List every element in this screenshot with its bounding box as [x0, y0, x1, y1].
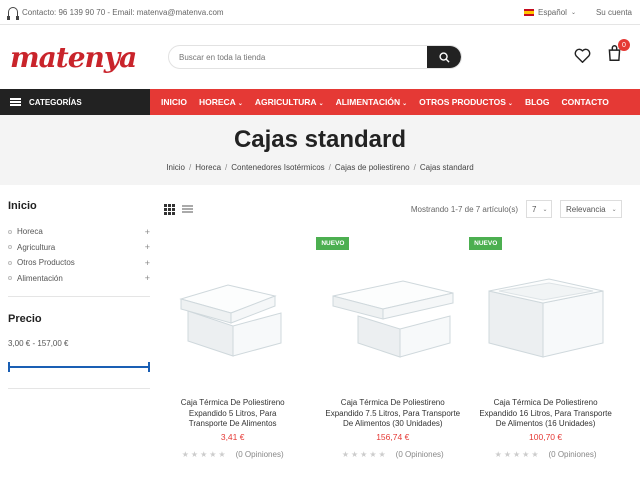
price-range-text: 3,00 € - 157,00 € — [8, 339, 69, 348]
chevron-down-icon: ⌄ — [542, 206, 548, 213]
slider-handle-min[interactable] — [8, 362, 10, 372]
sidebar-heading[interactable]: Inicio — [8, 200, 150, 212]
bullet-icon — [8, 229, 12, 234]
language-label: Español — [538, 7, 567, 17]
logo[interactable]: matenya — [10, 41, 168, 74]
bullet-icon — [8, 276, 12, 281]
new-badge: NUEVO — [316, 237, 350, 250]
headphones-icon — [7, 7, 19, 20]
breadcrumb-item[interactable]: Contenedores Isotérmicos — [231, 163, 324, 172]
page-title: Cajas standard — [233, 126, 407, 153]
flag-spain-icon — [524, 8, 535, 16]
product-rating: ★★★★★ (0 Opiniones) — [469, 450, 622, 459]
breadcrumb: Inicio / Horeca / Contenedores Isotérmicos… — [166, 163, 474, 172]
breadcrumb-item[interactable]: Horeca — [195, 163, 221, 172]
divider — [8, 296, 150, 297]
contact-text: Contacto: 96 139 90 70 - Email: matenva@… — [22, 7, 224, 17]
results-count: Mostrando 1-7 de 7 artículo(s) — [410, 204, 518, 214]
grid-view-icon[interactable] — [164, 203, 175, 215]
chevron-down-icon: ⌄ — [402, 101, 408, 107]
product-toolbar: Mostrando 1-7 de 7 artículo(s) 7 ⌄ Releva… — [164, 200, 622, 218]
sidebar-item-horeca[interactable]: Horeca + — [8, 224, 150, 240]
search-input[interactable] — [169, 52, 427, 62]
cart-button[interactable]: 0 — [607, 39, 630, 66]
product-name[interactable]: Caja Térmica De Poliestireno Expandido 7… — [316, 398, 469, 430]
chevron-down-icon: ⌄ — [611, 206, 617, 213]
sort-select[interactable]: Relevancia ⌄ — [560, 200, 622, 218]
search-icon — [438, 51, 450, 63]
contact-info: Contacto: 96 139 90 70 - Email: matenva@… — [7, 7, 524, 20]
search-bar — [168, 45, 462, 69]
product-rating: ★★★★★ (0 Opiniones) — [164, 450, 301, 459]
product-name[interactable]: Caja Térmica De Poliestireno Expandido 1… — [469, 398, 622, 430]
sidebar-item-alimentacion[interactable]: Alimentación + — [8, 271, 150, 287]
product-price: 100,70 € — [529, 431, 563, 442]
product-image[interactable] — [469, 233, 622, 398]
product-name[interactable]: Caja Térmica De Poliestireno Expandido 5… — [164, 398, 301, 430]
price-slider[interactable] — [8, 362, 150, 372]
nav-item-blog[interactable]: BLOG — [525, 97, 550, 107]
heart-icon[interactable] — [574, 48, 591, 63]
star-icon: ★★★★★ — [341, 449, 388, 459]
price-heading: Precio — [8, 313, 42, 325]
sidebar-item-agricultura[interactable]: Agricultura + — [8, 240, 150, 256]
chevron-down-icon: ⌄ — [570, 9, 576, 16]
product-rating: ★★★★★ (0 Opiniones) — [316, 450, 469, 459]
header: matenya 0 — [0, 25, 640, 89]
bullet-icon — [8, 245, 12, 250]
review-count: (0 Opiniones) — [395, 449, 444, 459]
account-link[interactable]: Su cuenta — [596, 8, 632, 17]
plus-icon[interactable]: + — [145, 273, 150, 283]
slider-track — [8, 366, 150, 368]
chevron-down-icon: ⌄ — [318, 101, 324, 107]
divider — [8, 388, 150, 389]
sidebar-item-otros-productos[interactable]: Otros Productos + — [8, 255, 150, 271]
plus-icon[interactable]: + — [145, 242, 150, 252]
top-bar: Contacto: 96 139 90 70 - Email: matenva@… — [0, 0, 640, 25]
language-selector[interactable]: Español ⌄ — [524, 8, 576, 17]
breadcrumb-current: Cajas standard — [419, 163, 474, 172]
nav-item-agricultura[interactable]: AGRICULTURA ⌄ — [255, 97, 324, 107]
review-count: (0 Opiniones) — [235, 449, 284, 459]
chevron-down-icon: ⌄ — [237, 101, 243, 107]
cart-count-badge: 0 — [618, 39, 630, 51]
breadcrumb-item[interactable]: Cajas de poliestireno — [335, 163, 410, 172]
categories-button[interactable]: CATEGORÍAS — [0, 89, 150, 115]
product-card[interactable]: NUEVO Caja Térmica De Poliestireno Expan… — [316, 233, 469, 459]
slider-handle-max[interactable] — [148, 362, 150, 372]
product-card[interactable]: Caja Térmica De Poliestireno Expandido 5… — [164, 233, 301, 459]
per-page-select[interactable]: 7 ⌄ — [526, 200, 552, 218]
product-image[interactable] — [316, 233, 469, 398]
bullet-icon — [8, 260, 12, 265]
nav-item-contacto[interactable]: CONTACTO — [562, 97, 609, 107]
sidebar: Inicio Horeca + Agricultura + Otros Produc… — [8, 200, 150, 389]
star-icon: ★★★★★ — [181, 449, 228, 459]
plus-icon[interactable]: + — [145, 227, 150, 237]
hamburger-icon — [10, 98, 21, 106]
categories-label: CATEGORÍAS — [29, 97, 82, 107]
product-grid: Caja Térmica De Poliestireno Expandido 5… — [164, 233, 622, 459]
plus-icon[interactable]: + — [145, 258, 150, 268]
product-price: 3,41 € — [220, 431, 245, 442]
main-nav: CATEGORÍAS INICIO HORECA ⌄ AGRICULTURA ⌄ A… — [0, 89, 640, 115]
nav-item-inicio[interactable]: INICIO — [161, 97, 187, 107]
page-header: Cajas standard Inicio / Horeca / Contenedo… — [0, 115, 640, 185]
product-price: 156,74 € — [376, 431, 410, 442]
product-image[interactable] — [164, 233, 301, 398]
product-card[interactable]: NUEVO Caja Térmica De Poliestireno Expan… — [469, 233, 622, 459]
nav-item-otros-productos[interactable]: OTROS PRODUCTOS ⌄ — [419, 97, 513, 107]
review-count: (0 Opiniones) — [548, 449, 597, 459]
nav-item-alimentacion[interactable]: ALIMENTACIÓN ⌄ — [336, 97, 408, 107]
breadcrumb-item[interactable]: Inicio — [166, 163, 185, 172]
search-button[interactable] — [427, 46, 461, 68]
list-view-icon[interactable] — [182, 205, 193, 213]
chevron-down-icon: ⌄ — [507, 101, 513, 107]
new-badge: NUEVO — [469, 237, 503, 250]
star-icon: ★★★★★ — [494, 449, 541, 459]
nav-item-horeca[interactable]: HORECA ⌄ — [199, 97, 243, 107]
